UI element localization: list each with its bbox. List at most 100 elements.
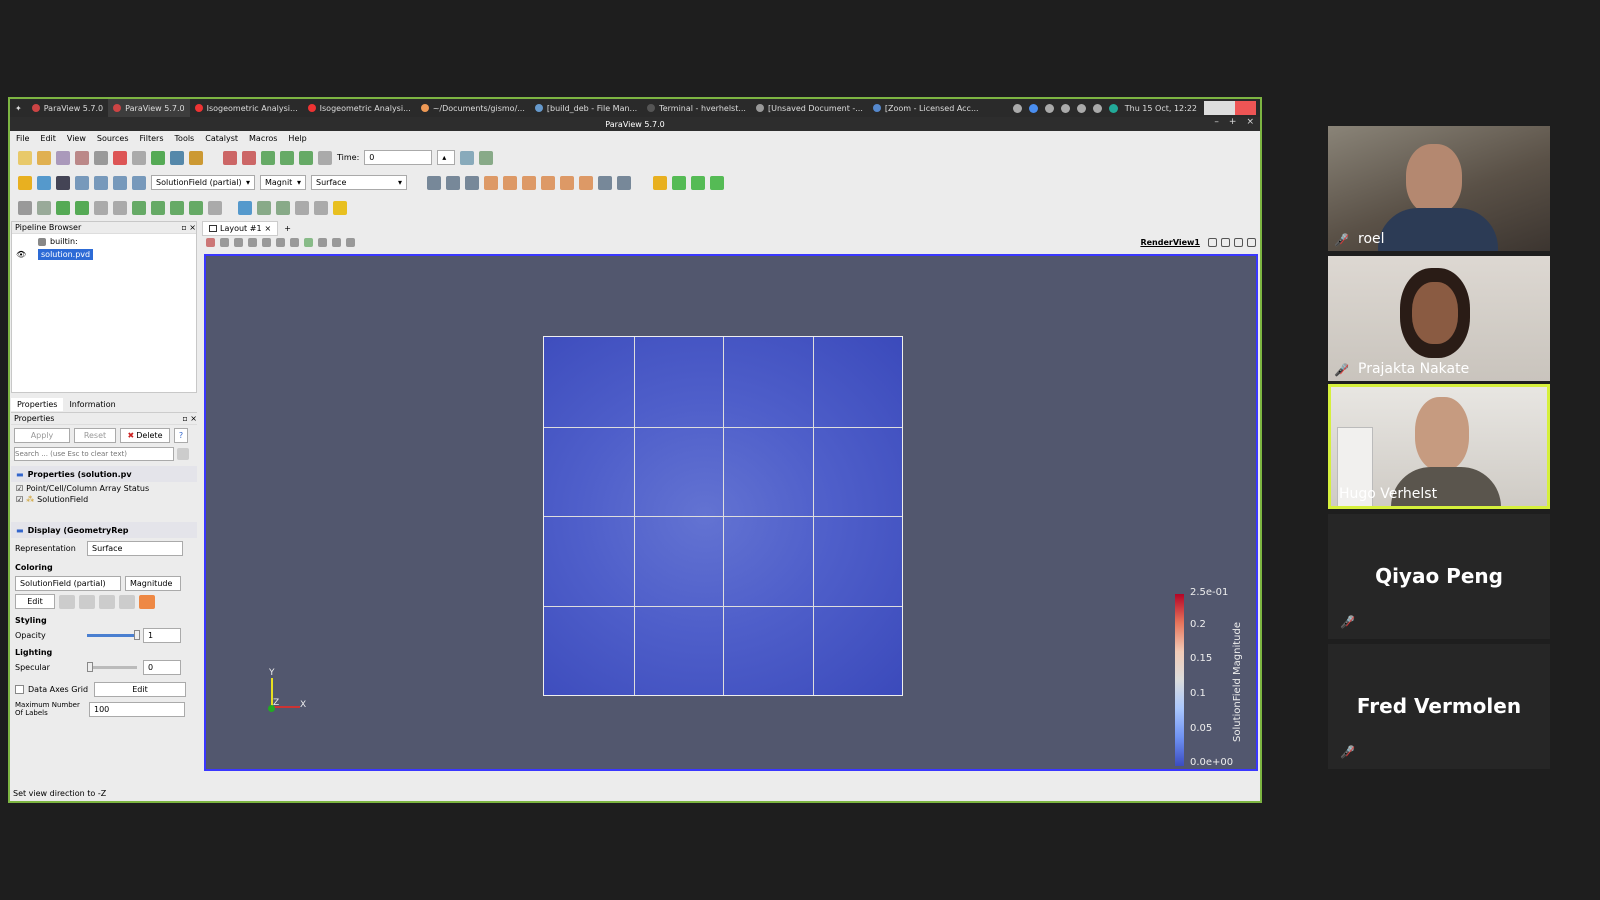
app-menu-icon[interactable]: ✦ [10, 99, 27, 117]
time-input[interactable]: 0 [364, 150, 433, 165]
menu-sources[interactable]: Sources [97, 134, 129, 143]
select-icon[interactable] [290, 238, 299, 247]
taskbar-item[interactable]: [build_deb - File Man... [530, 99, 642, 117]
undo-icon[interactable] [113, 150, 127, 165]
rescale-custom-icon[interactable] [99, 594, 115, 609]
clip-icon[interactable] [56, 200, 70, 215]
zoom-tray-icon[interactable] [1028, 103, 1038, 113]
gear-icon[interactable] [177, 448, 189, 460]
split-vertical-icon[interactable] [1221, 238, 1230, 247]
battery-icon[interactable] [1076, 103, 1086, 113]
camera-redo-icon[interactable] [170, 150, 184, 165]
close-icon[interactable]: × [265, 224, 272, 233]
section-properties[interactable]: ▬ Properties (solution.pv [11, 466, 197, 482]
tab-layout-1[interactable]: Layout #1 × [202, 221, 279, 236]
rescale-visible-icon[interactable] [119, 594, 135, 609]
bluetooth-icon[interactable] [1012, 103, 1022, 113]
checkbox-icon[interactable]: ☑ [16, 495, 23, 504]
view-plus-z-icon[interactable] [560, 175, 574, 190]
color-map-editor-icon[interactable] [18, 175, 32, 190]
extract-subset-icon[interactable] [113, 200, 127, 215]
preset-icon[interactable] [139, 594, 155, 609]
update-icon[interactable] [1108, 103, 1118, 113]
participant-tile-no-video[interactable]: Qiyao Peng 🎤̸ [1328, 514, 1550, 639]
maximize-button[interactable]: + [1229, 117, 1237, 127]
view-minus-z-icon[interactable] [579, 175, 593, 190]
redo-icon[interactable] [132, 150, 146, 165]
group-datasets-icon[interactable] [189, 200, 203, 215]
previous-frame-icon[interactable] [242, 150, 256, 165]
checkbox-icon[interactable]: ☑ [16, 484, 23, 493]
menu-file[interactable]: File [16, 134, 29, 143]
calculator-icon[interactable] [18, 200, 32, 215]
wifi-icon[interactable] [1060, 103, 1070, 113]
taskbar-item[interactable]: [Unsaved Document -... [751, 99, 868, 117]
stream-tracer-icon[interactable] [151, 200, 165, 215]
edit-colormap-button[interactable]: Edit [15, 594, 55, 609]
menu-catalyst[interactable]: Catalyst [205, 134, 238, 143]
threshold-icon[interactable] [94, 200, 108, 215]
color-legend-bar[interactable] [1175, 594, 1184, 766]
extract-level-icon[interactable] [208, 200, 222, 215]
reset-button[interactable]: Reset [74, 428, 116, 443]
select-icon[interactable] [262, 238, 271, 247]
array-select[interactable]: SolutionField (partial) ▾ [151, 175, 255, 190]
taskbar-item[interactable]: Isogeometric Analysi... [190, 99, 303, 117]
participant-tile[interactable]: 🎤̸ roel [1328, 126, 1550, 251]
select-block-icon[interactable] [710, 175, 724, 190]
view-plus-y-icon[interactable] [522, 175, 536, 190]
taskbar-item[interactable]: Terminal - hverhelst... [642, 99, 751, 117]
taskbar-item[interactable]: ParaView 5.7.0 [27, 99, 108, 117]
loop-icon[interactable] [318, 150, 332, 165]
collapse-icon[interactable]: ▬ [16, 526, 24, 535]
time-stepper[interactable]: ▴ [437, 150, 456, 165]
view-minus-y-icon[interactable] [541, 175, 555, 190]
tab-information[interactable]: Information [63, 398, 121, 411]
rescale-icon[interactable] [79, 594, 95, 609]
contour-icon[interactable] [37, 200, 51, 215]
pipeline-item[interactable]: 👁 solution.pvd [12, 246, 196, 260]
glyph-icon[interactable] [132, 200, 146, 215]
rescale-time-icon[interactable] [94, 175, 108, 190]
section-display[interactable]: ▬ Display (GeometryRep [11, 522, 197, 538]
clear-selection-icon[interactable] [346, 238, 355, 247]
rescale-visible-icon[interactable] [75, 175, 89, 190]
zoom-to-box-icon[interactable] [465, 175, 479, 190]
split-horizontal-icon[interactable] [1208, 238, 1217, 247]
interaction-icon[interactable] [220, 238, 229, 247]
taskbar-item[interactable]: ~/Documents/gismo/... [416, 99, 530, 117]
find-data-icon[interactable] [460, 150, 475, 165]
opacity-input[interactable]: 1 [143, 628, 181, 643]
data-axes-checkbox[interactable] [15, 685, 24, 694]
maximize-icon[interactable] [1234, 238, 1243, 247]
screenshot-icon[interactable] [206, 238, 215, 247]
delete-button[interactable]: ✖ Delete [120, 428, 170, 443]
rescale-icon[interactable] [37, 175, 51, 190]
specular-input[interactable]: 0 [143, 660, 181, 675]
coloring-array-dropdown[interactable]: SolutionField (partial) [15, 576, 121, 591]
search-input[interactable] [14, 447, 174, 461]
representation-select[interactable]: Surface ▾ [311, 175, 407, 190]
warp-vector-icon[interactable] [170, 200, 184, 215]
panel-close-icon[interactable]: ▫ × [181, 223, 196, 232]
play-icon[interactable] [261, 150, 275, 165]
menu-filters[interactable]: Filters [140, 134, 164, 143]
reset-camera-icon[interactable] [427, 175, 441, 190]
help-button[interactable]: ? [174, 428, 188, 443]
open-folder-icon[interactable] [37, 150, 51, 165]
view-plus-x-icon[interactable] [484, 175, 498, 190]
menu-view[interactable]: View [67, 134, 86, 143]
next-frame-icon[interactable] [280, 150, 294, 165]
collapse-icon[interactable]: ▬ [16, 470, 24, 479]
menu-tools[interactable]: Tools [175, 134, 195, 143]
select-icon[interactable] [248, 238, 257, 247]
plot-selection-icon[interactable] [276, 200, 290, 215]
probe-icon[interactable] [238, 200, 252, 215]
plot-over-line-icon[interactable] [257, 200, 271, 215]
select-points-icon[interactable] [691, 175, 705, 190]
max-labels-input[interactable]: 100 [89, 701, 185, 717]
slice-icon[interactable] [75, 200, 89, 215]
spreadsheet-icon[interactable] [479, 150, 494, 165]
specular-slider[interactable] [87, 662, 137, 672]
pipeline-builtin[interactable]: builtin: [12, 234, 196, 246]
